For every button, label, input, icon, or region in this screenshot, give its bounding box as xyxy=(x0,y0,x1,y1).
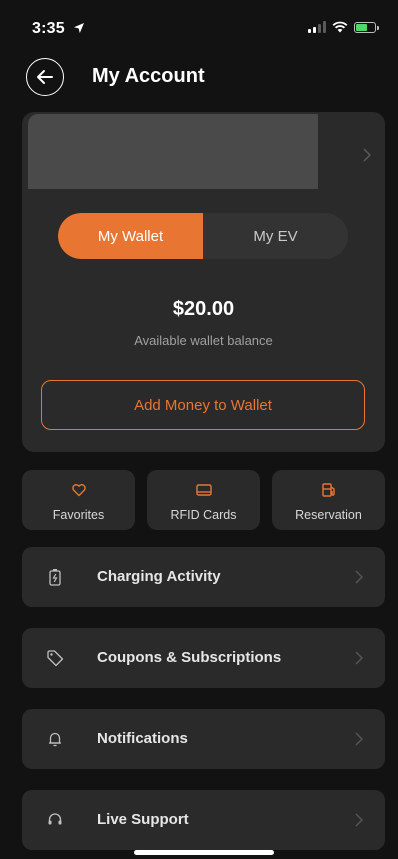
home-indicator[interactable] xyxy=(134,850,274,855)
menu-item-notifications[interactable]: Notifications xyxy=(22,709,385,769)
menu-item-label: Charging Activity xyxy=(97,568,221,585)
status-bar: 3:35 xyxy=(0,0,398,56)
menu-item-label: Live Support xyxy=(97,811,189,828)
account-card: My Wallet My EV $20.00 Available wallet … xyxy=(22,112,385,452)
arrow-left-icon xyxy=(37,70,53,84)
heart-icon xyxy=(71,484,86,497)
wallet-ev-toggle: My Wallet My EV xyxy=(58,213,348,259)
fuel-pump-icon xyxy=(321,483,335,497)
favorites-label: Favorites xyxy=(52,508,105,522)
favorites-button[interactable]: Favorites xyxy=(22,470,135,530)
battery-charging-icon xyxy=(49,569,61,586)
profile-info-redacted[interactable] xyxy=(28,114,318,189)
chevron-right-icon xyxy=(355,813,363,827)
menu-item-live-support[interactable]: Live Support xyxy=(22,790,385,850)
status-icons xyxy=(308,21,379,33)
battery-icon xyxy=(354,21,379,33)
tab-my-ev[interactable]: My EV xyxy=(203,213,348,259)
page-title: My Account xyxy=(92,65,205,87)
headset-icon xyxy=(48,813,62,825)
chevron-right-icon xyxy=(355,570,363,584)
chevron-right-icon xyxy=(355,732,363,746)
add-money-button[interactable]: Add Money to Wallet xyxy=(41,380,365,430)
cellular-signal-icon xyxy=(308,21,326,33)
card-icon xyxy=(195,484,212,496)
chevron-right-icon[interactable] xyxy=(363,148,371,162)
tag-icon xyxy=(47,650,64,667)
tab-my-wallet[interactable]: My Wallet xyxy=(58,213,203,259)
wallet-balance-caption: Available wallet balance xyxy=(134,333,273,348)
bell-icon xyxy=(49,732,61,747)
wallet-balance: $20.00 xyxy=(172,298,235,320)
rfid-cards-button[interactable]: RFID Cards xyxy=(147,470,260,530)
back-button[interactable] xyxy=(26,58,64,96)
location-arrow-icon xyxy=(74,23,84,33)
wifi-icon xyxy=(332,21,348,33)
rfid-cards-label: RFID Cards xyxy=(170,508,237,522)
menu-item-charging-activity[interactable]: Charging Activity xyxy=(22,547,385,607)
header: My Account xyxy=(0,56,398,98)
menu-item-coupons-subscriptions[interactable]: Coupons & Subscriptions xyxy=(22,628,385,688)
reservation-label: Reservation xyxy=(295,508,362,522)
menu-item-label: Coupons & Subscriptions xyxy=(97,649,282,666)
status-time: 3:35 xyxy=(32,20,65,37)
menu-item-label: Notifications xyxy=(97,730,188,747)
reservation-button[interactable]: Reservation xyxy=(272,470,385,530)
chevron-right-icon xyxy=(355,651,363,665)
